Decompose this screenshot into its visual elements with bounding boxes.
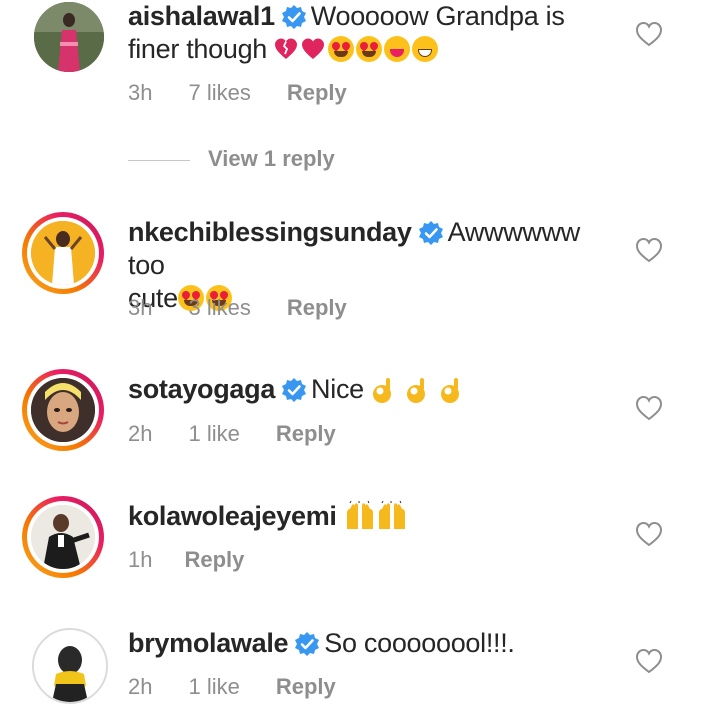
username[interactable]: aishalawal1 [128, 1, 275, 31]
comment-text: aishalawal1 Wooooow Grandpa is finer thou… [128, 0, 598, 66]
avatar[interactable] [22, 496, 104, 578]
reply-button[interactable]: Reply [276, 674, 336, 699]
raising-hands-icon [346, 501, 374, 530]
avatar-photo [34, 2, 104, 72]
reply-button[interactable]: Reply [287, 80, 347, 105]
comment-likes[interactable]: 1 like [188, 421, 239, 446]
emoji-group [274, 34, 440, 64]
view-replies-label: View 1 reply [208, 146, 335, 171]
grinning-emoji-icon [412, 36, 439, 62]
ok-hand-icon [407, 378, 426, 403]
ok-hand-icon [441, 378, 460, 403]
heart-eyes-emoji-icon [328, 36, 355, 62]
comment-item: brymolawale So coooooool!!!. 2h 1 like Repl… [0, 622, 704, 720]
username[interactable]: kolawoleajeyemi [128, 501, 337, 531]
comment-likes[interactable]: 1 like [188, 674, 239, 699]
comment-time: 3h [128, 80, 153, 105]
comment-item: nkechiblessingsunday Awwwwww too cute 3h 3… [0, 208, 704, 338]
comment-meta: 3h 7 likes Reply [128, 80, 383, 106]
avatar[interactable] [22, 212, 104, 294]
avatar[interactable] [32, 628, 108, 704]
broken-heart-icon [275, 38, 298, 59]
comment-meta: 3h 3 likes Reply [128, 295, 383, 321]
comment-meta: 2h 1 like Reply [128, 674, 372, 700]
comment-meta: 2h 1 like Reply [128, 421, 372, 447]
comment-time: 3h [128, 295, 153, 320]
reply-button[interactable]: Reply [184, 547, 244, 572]
divider [128, 159, 190, 161]
raising-hands-icon [378, 501, 406, 530]
heart-outline-icon[interactable] [635, 521, 663, 547]
heart-outline-icon[interactable] [635, 21, 663, 47]
comment-time: 2h [128, 421, 153, 446]
avatar[interactable] [22, 369, 104, 451]
comment-body: Nice [311, 374, 364, 404]
avatar-photo [34, 630, 106, 702]
heart-outline-icon[interactable] [635, 395, 663, 421]
view-replies-button[interactable]: View 1 reply [128, 146, 335, 172]
comment-text: kolawoleajeyemi [128, 500, 598, 533]
heart-outline-icon[interactable] [635, 237, 663, 263]
verified-badge-icon [280, 4, 307, 30]
comment-time: 1h [128, 547, 153, 572]
avatar-photo [31, 505, 95, 569]
username[interactable]: sotayogaga [128, 374, 275, 404]
comment-likes[interactable]: 3 likes [188, 295, 250, 320]
comment-body: So coooooool!!!. [324, 628, 515, 658]
avatar[interactable] [34, 2, 104, 72]
comment-likes[interactable]: 7 likes [188, 80, 250, 105]
avatar-photo [31, 221, 95, 285]
username[interactable]: nkechiblessingsunday [128, 217, 412, 247]
reply-button[interactable]: Reply [287, 295, 347, 320]
heart-eyes-emoji-icon [356, 36, 383, 62]
reply-button[interactable]: Reply [276, 421, 336, 446]
comment-item: kolawoleajeyemi 1h Reply [0, 492, 704, 602]
comment-item: aishalawal1 Wooooow Grandpa is finer thou… [0, 0, 704, 140]
username[interactable]: brymolawale [128, 628, 289, 658]
avatar-photo [31, 378, 95, 442]
comment-text: sotayogaga Nice [128, 373, 598, 406]
heart-outline-icon[interactable] [635, 648, 663, 674]
ok-hand-icon [373, 378, 392, 403]
comment-text: brymolawale So coooooool!!!. [128, 627, 598, 660]
squinting-tongue-emoji-icon [384, 36, 411, 62]
comment-item: sotayogaga Nice 2h 1 like Reply [0, 365, 704, 485]
comment-time: 2h [128, 674, 153, 699]
red-heart-icon [302, 38, 325, 59]
verified-badge-icon [294, 631, 321, 657]
verified-badge-icon [417, 220, 444, 246]
verified-badge-icon [281, 377, 308, 403]
comment-meta: 1h Reply [128, 547, 280, 573]
